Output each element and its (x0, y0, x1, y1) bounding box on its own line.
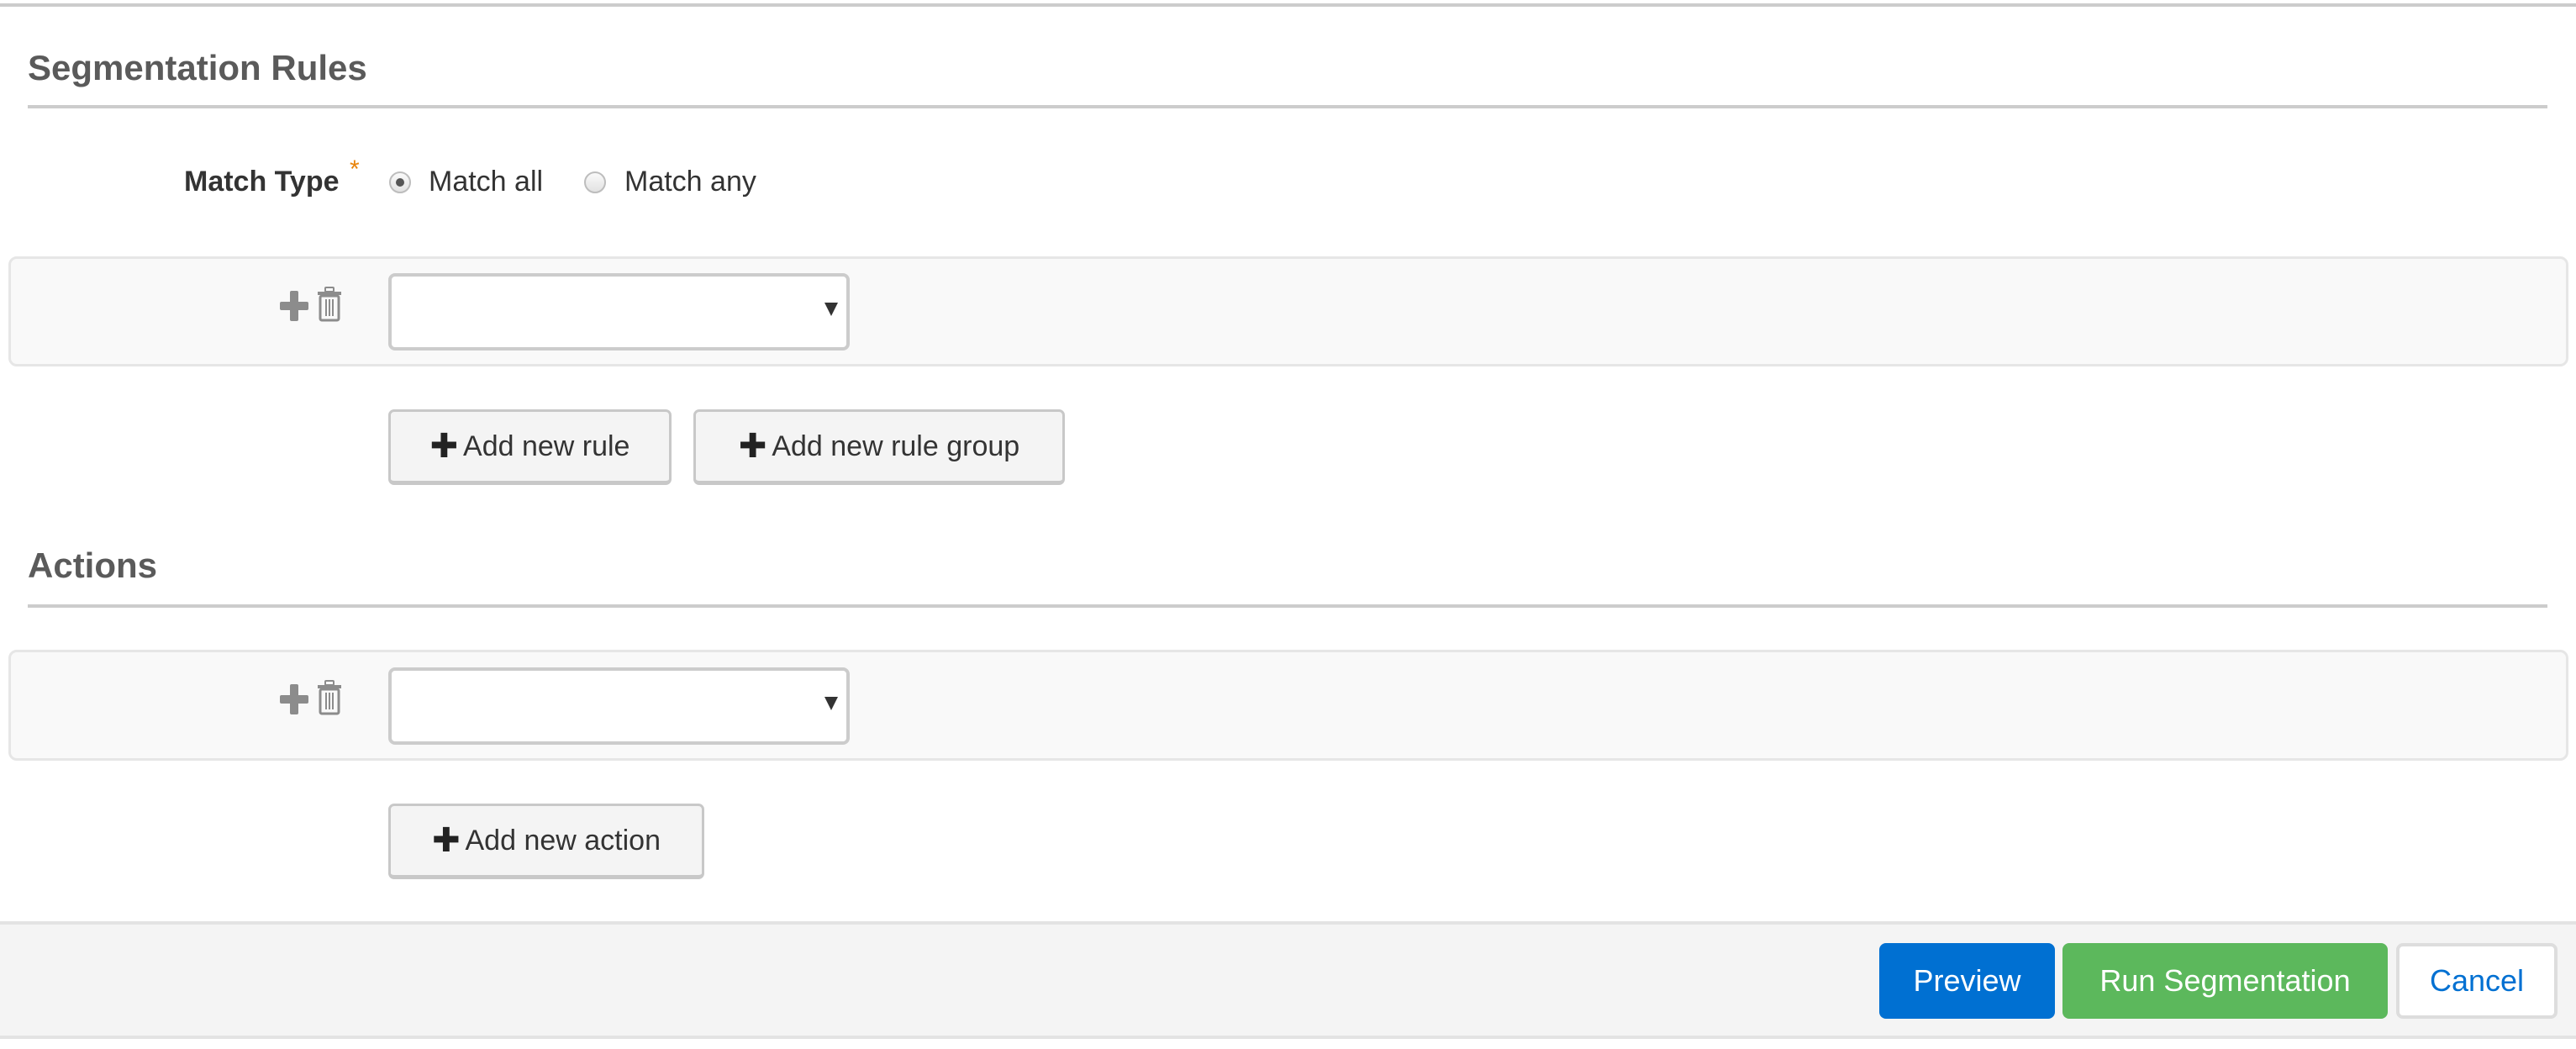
add-new-rule-group-button[interactable]: ✚ Add new rule group (693, 409, 1065, 485)
match-type-label: Match Type (184, 166, 340, 198)
match-any-label[interactable]: Match any (624, 166, 756, 198)
chevron-down-icon (824, 697, 838, 710)
plus-icon[interactable] (280, 684, 308, 714)
plus-icon[interactable] (280, 291, 308, 321)
add-new-action-label: Add new action (465, 824, 661, 857)
segmentation-rules-heading: Segmentation Rules (28, 48, 367, 87)
add-new-rule-label: Add new rule (463, 430, 630, 462)
plus-icon: ✚ (431, 822, 461, 859)
add-new-action-button[interactable]: ✚ Add new action (388, 804, 704, 879)
plus-icon: ✚ (429, 428, 459, 465)
chevron-down-icon (824, 303, 838, 316)
actions-heading: Actions (28, 546, 158, 585)
add-new-rule-group-label: Add new rule group (772, 430, 1020, 462)
required-marker: * (350, 156, 360, 183)
plus-icon: ✚ (738, 428, 767, 465)
match-any-radio[interactable] (584, 171, 606, 193)
rule-select[interactable] (388, 273, 850, 351)
section-divider (28, 604, 2547, 608)
trash-icon[interactable] (317, 287, 342, 322)
run-segmentation-button[interactable]: Run Segmentation (2062, 943, 2388, 1019)
match-all-label[interactable]: Match all (429, 166, 543, 198)
match-all-radio[interactable] (389, 171, 411, 193)
top-border (0, 3, 2576, 7)
add-new-rule-button[interactable]: ✚ Add new rule (388, 409, 672, 485)
rule-row (8, 256, 2568, 366)
action-select[interactable] (388, 667, 850, 745)
section-divider (28, 105, 2547, 108)
cancel-button[interactable]: Cancel (2396, 943, 2558, 1019)
action-row (8, 650, 2568, 761)
trash-icon[interactable] (317, 680, 342, 715)
preview-button[interactable]: Preview (1879, 943, 2055, 1019)
